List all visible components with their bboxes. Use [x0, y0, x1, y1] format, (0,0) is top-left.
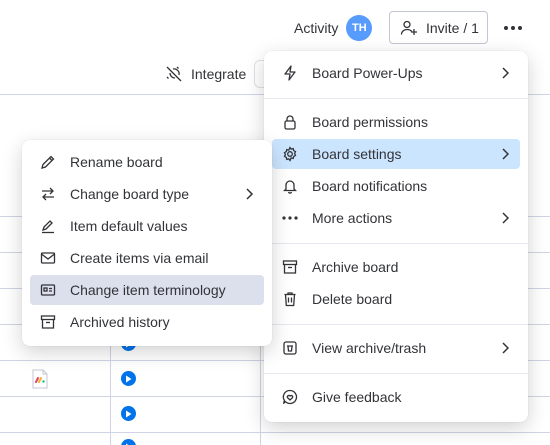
menu-divider: [264, 98, 528, 99]
menu-item-label: Change item terminology: [70, 282, 226, 298]
integrate-label: Integrate: [191, 66, 247, 82]
chevron-right-icon: [498, 341, 512, 355]
archive-icon: [40, 314, 56, 330]
play-button[interactable]: [121, 439, 136, 445]
menu-item-label: Create items via email: [70, 250, 209, 266]
play-button[interactable]: [121, 371, 136, 386]
add-user-icon: [400, 19, 418, 37]
gear-icon: [282, 146, 298, 162]
integrate-icon: [165, 65, 183, 83]
chevron-right-icon: [498, 66, 512, 80]
board-settings-submenu: Rename board Change board type Item defa…: [22, 140, 272, 346]
archive-icon: [282, 259, 298, 275]
menu-item-more-actions[interactable]: More actions: [272, 203, 520, 233]
menu-item-view-archive-trash[interactable]: View archive/trash: [272, 333, 520, 363]
mail-icon: [40, 250, 56, 266]
column-divider: [260, 346, 261, 445]
more-horizontal-icon: [503, 25, 523, 31]
menu-item-label: Board settings: [312, 146, 402, 162]
menu-divider: [264, 324, 528, 325]
file-thumbnail-icon[interactable]: [32, 369, 48, 389]
chevron-right-icon: [498, 211, 512, 225]
menu-item-label: Item default values: [70, 218, 188, 234]
id-card-icon: [40, 282, 56, 298]
submenu-item-create-via-email[interactable]: Create items via email: [30, 243, 264, 273]
swap-icon: [40, 186, 56, 202]
menu-item-archive-board[interactable]: Archive board: [272, 252, 520, 282]
submenu-item-default-values[interactable]: Item default values: [30, 211, 264, 241]
lock-icon: [282, 114, 298, 130]
menu-item-board-settings[interactable]: Board settings: [272, 139, 520, 169]
menu-item-board-power-ups[interactable]: Board Power-Ups: [272, 58, 520, 88]
feedback-icon: [282, 389, 298, 405]
menu-item-give-feedback[interactable]: Give feedback: [272, 382, 520, 412]
menu-item-delete-board[interactable]: Delete board: [272, 284, 520, 314]
menu-item-label: Archived history: [70, 314, 170, 330]
menu-divider: [264, 243, 528, 244]
submenu-item-archived-history[interactable]: Archived history: [30, 307, 264, 337]
menu-item-board-permissions[interactable]: Board permissions: [272, 107, 520, 137]
menu-item-label: View archive/trash: [312, 340, 427, 356]
menu-item-label: Change board type: [70, 186, 190, 202]
invite-button[interactable]: Invite / 1: [389, 11, 488, 44]
integrate-button[interactable]: Integrate: [165, 60, 246, 88]
menu-item-label: Delete board: [312, 291, 393, 307]
trash-icon: [282, 291, 298, 307]
pen-line-icon: [40, 218, 56, 234]
submenu-item-change-item-terminology[interactable]: Change item terminology: [30, 275, 264, 305]
column-divider: [110, 346, 111, 445]
menu-item-label: Board Power-Ups: [312, 65, 423, 81]
chevron-right-icon: [498, 147, 512, 161]
menu-divider: [264, 373, 528, 374]
menu-item-label: Rename board: [70, 154, 163, 170]
submenu-item-change-board-type[interactable]: Change board type: [30, 179, 264, 209]
menu-item-label: Board permissions: [312, 114, 428, 130]
menu-item-label: Archive board: [312, 259, 399, 275]
row-divider: [0, 432, 550, 433]
chevron-right-icon: [242, 187, 256, 201]
submenu-item-rename-board[interactable]: Rename board: [30, 147, 264, 177]
invite-label: Invite / 1: [426, 19, 479, 36]
board-options-menu: Board Power-Ups Board permissions Board …: [264, 51, 528, 422]
activity-label: Activity: [294, 20, 339, 36]
lightning-icon: [282, 65, 298, 81]
menu-item-label: Board notifications: [312, 178, 428, 194]
more-options-button[interactable]: [498, 14, 528, 42]
pencil-icon: [40, 154, 56, 170]
avatar: TH: [346, 15, 373, 41]
activity-link[interactable]: Activity TH: [294, 14, 373, 42]
menu-item-board-notifications[interactable]: Board notifications: [272, 171, 520, 201]
bell-icon: [282, 178, 298, 194]
trash-archive-icon: [282, 340, 298, 356]
more-horizontal-icon: [282, 210, 298, 226]
menu-item-label: Give feedback: [312, 389, 402, 405]
menu-item-label: More actions: [312, 210, 393, 226]
play-button[interactable]: [121, 406, 136, 421]
